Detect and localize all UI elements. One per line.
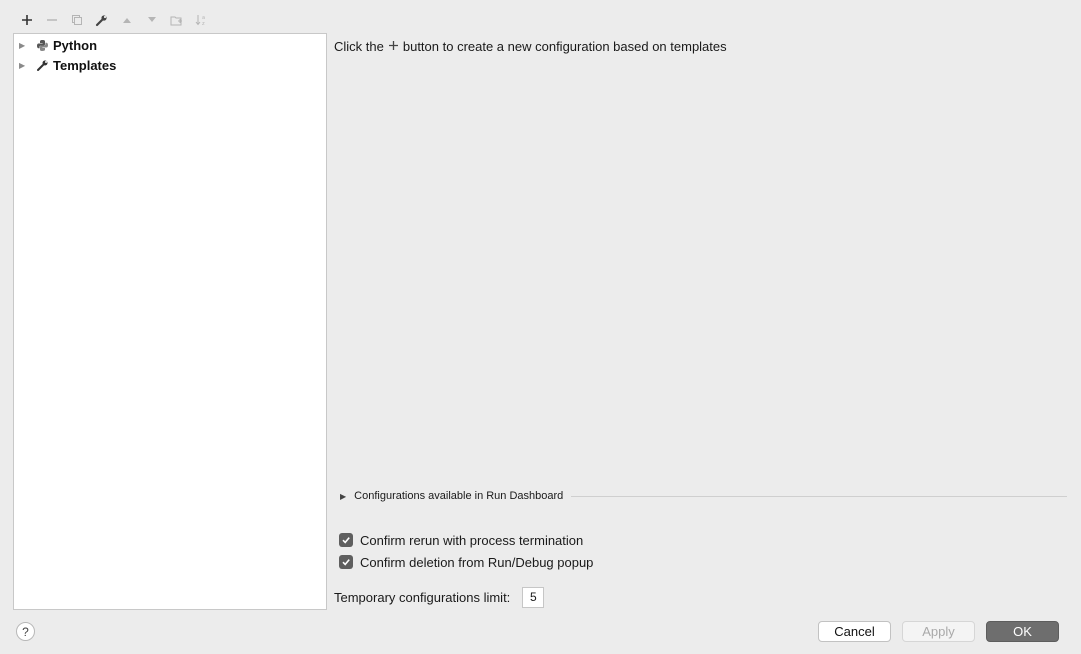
confirm-rerun-checkbox-row[interactable]: Confirm rerun with process termination — [339, 531, 583, 549]
wrench-icon — [35, 58, 49, 72]
svg-text:z: z — [202, 21, 205, 26]
confirm-rerun-checkbox[interactable] — [339, 533, 353, 547]
tree-item-python[interactable]: ▶ Python — [14, 35, 97, 55]
cancel-button[interactable]: Cancel — [818, 621, 891, 642]
sort-button[interactable]: az — [189, 10, 214, 30]
remove-icon — [46, 19, 57, 21]
empty-state-hint: Click the button to create a new configu… — [334, 39, 727, 54]
apply-button[interactable]: Apply — [902, 621, 975, 642]
tree-item-templates[interactable]: ▶ Templates — [14, 55, 116, 75]
tree-item-label: Python — [53, 37, 98, 53]
copy-button[interactable] — [64, 10, 89, 30]
toolbar: az — [14, 10, 214, 30]
confirm-deletion-checkbox[interactable] — [339, 555, 353, 569]
folder-icon — [170, 16, 182, 25]
hint-prefix: Click the — [334, 39, 384, 54]
divider — [571, 495, 1067, 497]
move-up-button[interactable] — [114, 10, 139, 30]
sort-icon: az — [195, 15, 205, 26]
temp-limit-label: Temporary configurations limit: — [334, 589, 511, 605]
help-button[interactable]: ? — [16, 622, 35, 641]
run-dashboard-label: Configurations available in Run Dashboar… — [354, 490, 564, 502]
edit-templates-button[interactable] — [89, 10, 114, 30]
move-down-button[interactable] — [139, 10, 164, 30]
configuration-tree[interactable]: ▶ Python ▶ Templates — [13, 33, 327, 610]
checkmark-icon — [342, 559, 350, 566]
wrench-icon — [95, 14, 107, 26]
confirm-deletion-checkbox-row[interactable]: Confirm deletion from Run/Debug popup — [339, 553, 593, 571]
plus-icon — [388, 40, 399, 53]
tree-item-label: Templates — [53, 57, 117, 73]
temp-limit-row: Temporary configurations limit: 5 — [334, 586, 545, 608]
hint-suffix: button to create a new configuration bas… — [402, 39, 727, 54]
python-icon — [35, 38, 49, 52]
remove-button[interactable] — [39, 10, 64, 30]
expand-arrow-icon[interactable]: ▶ — [340, 492, 346, 501]
expand-arrow-icon[interactable]: ▶ — [19, 41, 29, 50]
move-to-folder-button[interactable] — [164, 10, 189, 30]
temp-limit-input[interactable]: 5 — [522, 586, 545, 608]
confirm-deletion-label: Confirm deletion from Run/Debug popup — [360, 554, 594, 570]
expand-arrow-icon[interactable]: ▶ — [19, 61, 29, 70]
add-button[interactable] — [14, 10, 39, 30]
run-dashboard-section[interactable]: ▶ Configurations available in Run Dashbo… — [340, 488, 1067, 504]
move-down-icon — [147, 17, 156, 22]
confirm-rerun-label: Confirm rerun with process termination — [360, 532, 584, 548]
checkmark-icon — [342, 537, 350, 544]
add-icon — [21, 15, 32, 25]
move-up-icon — [122, 18, 131, 23]
ok-button[interactable]: OK — [986, 621, 1059, 642]
copy-icon — [71, 15, 82, 25]
